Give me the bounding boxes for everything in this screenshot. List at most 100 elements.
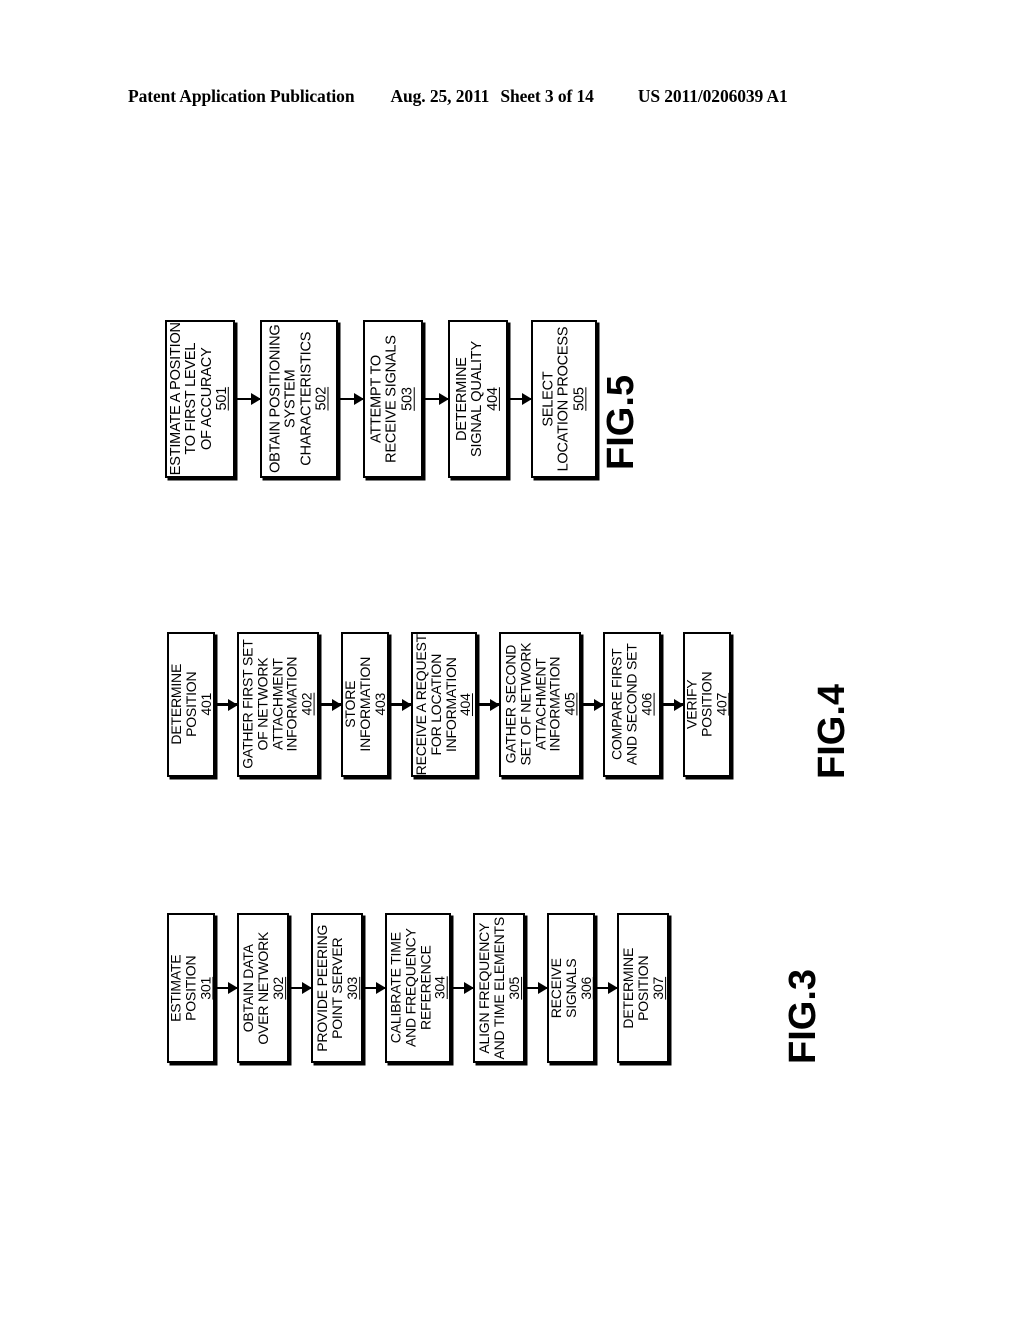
process-step-reference-numeral: 307 [649, 976, 666, 1000]
process-step-text-line: VERIFY [683, 679, 700, 730]
process-step-text-line: REFERENCE [417, 945, 433, 1031]
header-date: Aug. 25, 2011 [390, 86, 490, 106]
header-document-number: US 2011/0206039 A1 [637, 86, 788, 106]
flow-arrow [423, 397, 448, 401]
figure-4-flowchart: DETERMINE POSITION 401 GATHER FIRST SET OF N… [167, 632, 731, 777]
process-step-text-line: COMPARE FIRST [608, 648, 625, 761]
flow-arrow [508, 397, 531, 401]
process-step-reference-numeral: 303 [343, 976, 360, 1000]
process-step-text-line: DETERMINE [619, 947, 636, 1029]
figure-3-caption: FIG.3 [782, 968, 824, 1064]
flow-arrow [525, 986, 547, 990]
process-step-reference-numeral: 407 [713, 693, 730, 716]
process-step-label: OBTAIN DATA OVER NETWORK 302 [239, 931, 286, 1045]
process-step-401[interactable]: DETERMINE POSITION 401 [167, 632, 215, 777]
process-step-label: ESTIMATE POSITION 301 [167, 954, 214, 1022]
process-step-reference-numeral: 304 [431, 976, 448, 1000]
figure-5-caption: FIG.5 [600, 374, 642, 470]
process-step-text-line: POSITION [182, 955, 199, 1021]
process-step-label: VERIFY POSITION 407 [683, 671, 730, 738]
process-step-501[interactable]: ESTIMATE A POSITION TO FIRST LEVEL OF ACCU… [165, 320, 235, 478]
process-step-303[interactable]: PROVIDE PEERING POINT SERVER 303 [311, 913, 363, 1063]
process-step-reference-numeral: 502 [313, 387, 330, 411]
process-step-label: ESTIMATE A POSITION TO FIRST LEVEL OF ACCU… [168, 322, 230, 475]
flow-arrow [389, 703, 411, 706]
process-step-301[interactable]: ESTIMATE POSITION 301 [167, 913, 215, 1063]
process-step-503[interactable]: ATTEMPT TO RECEIVE SIGNALS 503 [363, 320, 423, 478]
process-step-label: OBTAIN POSITIONING SYSTEM CHARACTERISTICS 5… [267, 325, 330, 473]
process-step-306[interactable]: RECEIVE SIGNALS 306 [547, 913, 595, 1063]
process-step-text-line: POINT SERVER [328, 937, 345, 1039]
flow-arrow [289, 986, 311, 990]
flow-arrow [215, 703, 237, 706]
process-step-404[interactable]: RECEIVE A REQUEST FOR LOCATION INFORMATION… [411, 632, 477, 777]
process-step-text-line: STORE [341, 681, 358, 728]
process-step-reference-numeral: 302 [269, 976, 286, 1000]
process-step-307[interactable]: DETERMINE POSITION 307 [617, 913, 669, 1063]
figure-5-flowchart: ESTIMATE A POSITION TO FIRST LEVEL OF ACCU… [165, 320, 597, 478]
process-step-reference-numeral: 306 [577, 976, 594, 1000]
process-step-text-line: POSITION [698, 671, 715, 738]
process-step-text-line: INFORMATION [356, 657, 373, 752]
process-step-reference-numeral: 403 [371, 693, 388, 716]
process-step-text-line: RECEIVE [547, 957, 564, 1019]
figure-3-flowchart: ESTIMATE POSITION 301 OBTAIN DATA OVER NETWO… [167, 913, 669, 1063]
flow-arrow [595, 986, 617, 990]
process-step-text-line: OVER NETWORK [254, 931, 271, 1045]
process-step-text-line: RECEIVE SIGNALS [384, 335, 401, 463]
process-step-reference-numeral: 405 [561, 693, 578, 716]
process-step-reference-numeral: 401 [197, 693, 214, 716]
process-step-label: DETERMINE POSITION 307 [619, 947, 666, 1029]
process-step-405[interactable]: GATHER SECOND SET OF NETWORK ATTACHMENT INF… [499, 632, 581, 777]
process-step-404[interactable]: DETERMINE SIGNAL QUALITY 404 [448, 320, 508, 478]
process-step-text-line: GATHER FIRST SET [239, 639, 256, 770]
flow-arrow [363, 986, 385, 990]
process-step-text-line: ALIGN FREQUENCY [475, 922, 492, 1054]
process-step-label: STORE INFORMATION 403 [341, 657, 388, 752]
process-step-text-line: ESTIMATE [167, 954, 184, 1022]
header-sheet-number: Sheet 3 of 14 [500, 86, 594, 106]
process-step-text-line: POSITION [634, 955, 651, 1021]
process-step-text-line: AND TIME ELEMENTS [490, 916, 507, 1060]
page-header: Patent Application Publication Aug. 25, … [128, 86, 896, 112]
figure-4-caption: FIG.4 [811, 683, 853, 779]
flow-arrow [215, 986, 237, 990]
process-step-text-line: AND SECOND SET [623, 643, 640, 766]
process-step-label: PROVIDE PEERING POINT SERVER 303 [314, 925, 360, 1052]
process-step-505[interactable]: SELECT LOCATION PROCESS 505 [531, 320, 597, 478]
process-step-text-line: SIGNAL QUALITY [469, 341, 486, 457]
process-step-302[interactable]: OBTAIN DATA OVER NETWORK 302 [237, 913, 289, 1063]
process-step-reference-numeral: 404 [484, 387, 501, 411]
flow-arrow [581, 703, 603, 706]
process-step-text-line: SET OF NETWORK [516, 643, 533, 766]
header-publication-title: Patent Application Publication [128, 86, 355, 106]
flow-arrow [477, 703, 499, 706]
process-step-text-line: INFORMATION [546, 657, 563, 752]
process-step-text-line: POSITION [182, 671, 199, 738]
process-step-reference-numeral: 503 [399, 387, 416, 411]
process-step-text-line: RECEIVE A REQUEST [413, 633, 430, 776]
process-step-502[interactable]: OBTAIN POSITIONING SYSTEM CHARACTERISTICS 5… [260, 320, 338, 478]
process-step-text-line: CALIBRATE TIME [387, 932, 404, 1044]
process-step-402[interactable]: GATHER FIRST SET OF NETWORK ATTACHMENT INFO… [237, 632, 319, 777]
process-step-reference-numeral: 402 [299, 693, 316, 716]
process-step-304[interactable]: CALIBRATE TIME AND FREQUENCY REFERENCE 304 [385, 913, 451, 1063]
process-step-406[interactable]: COMPARE FIRST AND SECOND SET 406 [603, 632, 661, 777]
process-step-label: DETERMINE SIGNAL QUALITY 404 [453, 341, 501, 457]
process-step-text-line: OBTAIN DATA [239, 943, 256, 1033]
process-step-text-line: ATTACHMENT [531, 658, 548, 751]
process-step-text-line: SELECT [539, 371, 556, 427]
process-step-text-line: ATTEMPT TO [368, 355, 385, 443]
process-step-text-line: SIGNALS [562, 958, 579, 1018]
process-step-text-line: TO FIRST LEVEL [183, 343, 200, 455]
flow-arrow [338, 397, 363, 401]
process-step-text-line: OF NETWORK [254, 658, 271, 751]
process-step-reference-numeral: 406 [638, 693, 655, 716]
process-step-403[interactable]: STORE INFORMATION 403 [341, 632, 389, 777]
process-step-407[interactable]: VERIFY POSITION 407 [683, 632, 731, 777]
process-step-text-line: CHARACTERISTICS [298, 332, 314, 466]
flow-arrow [319, 703, 341, 706]
process-step-label: GATHER SECOND SET OF NETWORK ATTACHMENT INF… [502, 643, 578, 766]
process-step-text-line: DETERMINE [453, 357, 470, 441]
process-step-305[interactable]: ALIGN FREQUENCY AND TIME ELEMENTS 305 [473, 913, 525, 1063]
